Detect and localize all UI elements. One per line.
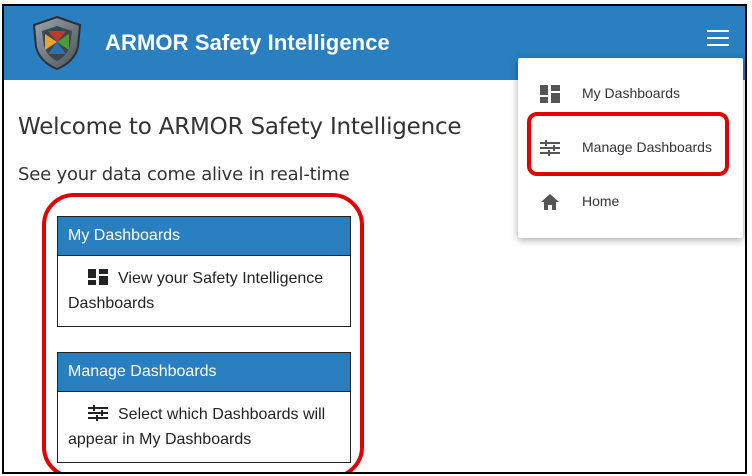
- page-subtitle: See your data come alive in real-time: [18, 164, 350, 185]
- home-icon: [541, 194, 559, 210]
- cards-highlight: [42, 193, 364, 472]
- menu-item-home[interactable]: Home: [518, 176, 743, 228]
- app-window: ARMOR Safety Intelligence Welcome to ARM…: [2, 4, 747, 474]
- armor-shield-logo: [32, 15, 82, 71]
- app-title: ARMOR Safety Intelligence: [105, 30, 390, 55]
- menu-item-label: My Dashboards: [582, 85, 681, 101]
- dashboard-icon: [540, 85, 560, 103]
- menu-item-label: Home: [582, 193, 620, 209]
- hamburger-menu-icon[interactable]: [707, 30, 729, 46]
- menu-item-highlight: [527, 112, 729, 176]
- page-title: Welcome to ARMOR Safety Intelligence: [18, 114, 462, 140]
